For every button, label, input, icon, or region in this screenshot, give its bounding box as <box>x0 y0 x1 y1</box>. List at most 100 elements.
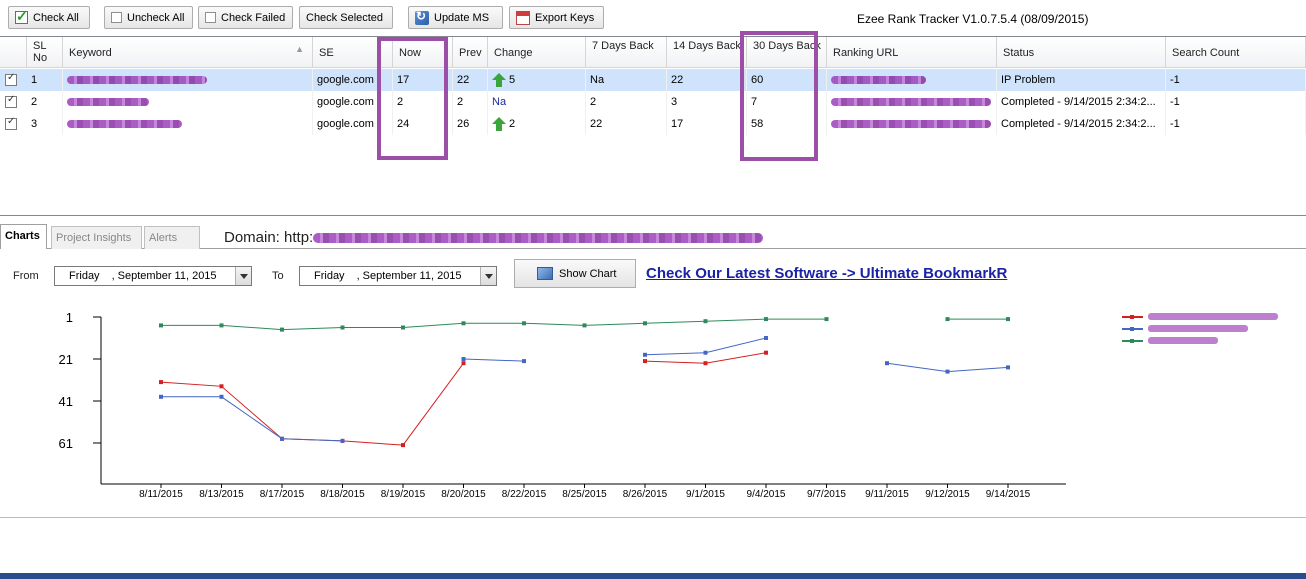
x-tick-label: 8/19/2015 <box>381 489 426 500</box>
from-date: , September 11, 2015 <box>111 270 217 282</box>
x-tick-label: 8/18/2015 <box>320 489 365 500</box>
highlight-30-days-column <box>740 31 818 161</box>
domain-line: Domain: http: <box>224 229 764 246</box>
x-tick-label: 9/1/2015 <box>686 489 725 500</box>
cell-14-days: 17 <box>667 113 747 135</box>
header-sl-no[interactable]: SL No <box>27 37 63 68</box>
to-label: To <box>272 270 284 282</box>
header-change[interactable]: Change <box>488 37 586 68</box>
header-select[interactable] <box>0 37 27 68</box>
cell-search-count: -1 <box>1166 69 1306 91</box>
cell-7-days: 2 <box>586 91 667 113</box>
export-keys-button[interactable]: Export Keys <box>509 6 604 29</box>
header-keyword-label: Keyword <box>69 47 112 59</box>
series-line <box>160 362 464 446</box>
series-line <box>463 358 525 362</box>
legend-label-redacted <box>1148 337 1218 344</box>
redacted-keyword <box>67 98 149 107</box>
x-tick-label: 8/20/2015 <box>441 489 486 500</box>
cell-sl: 1 <box>27 69 63 91</box>
from-day: Friday <box>69 270 100 282</box>
cell-ranking-url <box>827 113 997 135</box>
x-tick-label: 8/13/2015 <box>199 489 244 500</box>
status-bar <box>0 573 1306 579</box>
cell-keyword <box>63 91 313 113</box>
checkbox-checked-icon <box>15 8 28 25</box>
app-title: Ezee Rank Tracker V1.0.7.5.4 (08/09/2015… <box>857 12 1089 26</box>
redacted-url <box>831 76 926 85</box>
cell-search-count: -1 <box>1166 113 1306 135</box>
x-tick-label: 8/25/2015 <box>562 489 607 500</box>
chevron-down-icon[interactable] <box>235 267 251 285</box>
cell-sl: 2 <box>27 91 63 113</box>
refresh-icon <box>415 9 429 25</box>
check-all-button[interactable]: Check All <box>8 6 90 29</box>
x-tick-label: 9/14/2015 <box>986 489 1031 500</box>
header-prev[interactable]: Prev <box>453 37 488 68</box>
uncheck-all-label: Uncheck All <box>127 11 185 24</box>
redacted-keyword <box>67 120 182 129</box>
check-all-label: Check All <box>33 11 79 24</box>
row-checkbox[interactable] <box>5 94 17 108</box>
x-tick-label: 8/17/2015 <box>260 489 305 500</box>
cell-prev: 2 <box>453 91 488 113</box>
rank-history-chart: 1 21 41 61 8/11/2015 8/13/2015 8/17/2015 8/18/2… <box>59 310 1278 500</box>
header-keyword[interactable]: Keyword ▲ <box>63 37 313 68</box>
promo-link[interactable]: Check Our Latest Software -> Ultimate Bo… <box>646 265 1007 282</box>
y-tick-label: 21 <box>59 352 73 367</box>
change-value: 5 <box>509 74 516 86</box>
row-checkbox[interactable] <box>5 72 17 86</box>
check-failed-label: Check Failed <box>221 11 286 24</box>
cell-sl: 3 <box>27 113 63 135</box>
cell-status: IP Problem <box>997 69 1166 91</box>
redacted-url <box>831 120 991 129</box>
series-line <box>644 337 767 356</box>
header-14-days-back[interactable]: 14 Days Back <box>667 37 747 68</box>
tab-project-insights[interactable]: Project Insights <box>51 226 142 249</box>
cell-prev: 26 <box>453 113 488 135</box>
header-search-count[interactable]: Search Count <box>1166 37 1306 68</box>
table-row[interactable]: 3 google.com 24 26 2 22 17 58 Completed … <box>0 113 1306 135</box>
redacted-url <box>831 98 991 107</box>
uncheck-all-button[interactable]: Uncheck All <box>104 6 193 29</box>
x-tick-label: 8/26/2015 <box>623 489 668 500</box>
cell-ranking-url <box>827 91 997 113</box>
header-ranking-url[interactable]: Ranking URL <box>827 37 997 68</box>
cell-7-days: 22 <box>586 113 667 135</box>
check-failed-button[interactable]: Check Failed <box>198 6 293 29</box>
checkbox-empty-icon <box>111 12 122 23</box>
update-ms-button[interactable]: Update MS <box>408 6 503 29</box>
legend-marker <box>1130 327 1134 331</box>
check-selected-button[interactable]: Check Selected <box>299 6 393 29</box>
row-checkbox[interactable] <box>5 116 17 130</box>
sort-ascending-icon: ▲ <box>295 44 304 54</box>
cell-7-days: Na <box>586 69 667 91</box>
cell-status: Completed - 9/14/2015 2:34:2... <box>997 91 1166 113</box>
tab-charts[interactable]: Charts <box>0 224 47 249</box>
to-date-picker[interactable]: Friday , September 11, 2015 <box>299 266 497 286</box>
from-date-picker[interactable]: Friday , September 11, 2015 <box>54 266 252 286</box>
tab-alerts[interactable]: Alerts <box>144 226 200 249</box>
highlight-now-column <box>377 37 448 160</box>
to-day: Friday <box>314 270 345 282</box>
cell-14-days: 22 <box>667 69 747 91</box>
show-chart-button[interactable]: Show Chart <box>514 259 636 288</box>
table-row[interactable]: 1 google.com 17 22 5 Na 22 60 IP Problem… <box>0 69 1306 91</box>
y-tick-label: 41 <box>59 394 73 409</box>
to-date: , September 11, 2015 <box>356 270 462 282</box>
export-keys-label: Export Keys <box>535 11 595 24</box>
table-row[interactable]: 2 google.com 2 2 Na 2 3 7 Completed - 9/… <box>0 91 1306 113</box>
cell-change: 5 <box>488 69 586 91</box>
series-line <box>161 318 827 331</box>
chevron-down-icon[interactable] <box>480 267 496 285</box>
y-tick-label: 61 <box>59 436 73 451</box>
x-tick-label: 8/11/2015 <box>139 489 183 500</box>
header-status[interactable]: Status <box>997 37 1166 68</box>
redacted-domain <box>313 233 764 244</box>
calendar-export-icon <box>516 10 530 25</box>
keyword-grid: SL No Keyword ▲ SE Now Prev Change 7 Day… <box>0 31 1306 216</box>
cell-14-days: 3 <box>667 91 747 113</box>
header-7-days-back[interactable]: 7 Days Back <box>586 37 667 68</box>
cell-search-count: -1 <box>1166 91 1306 113</box>
legend-label-redacted <box>1148 313 1278 320</box>
